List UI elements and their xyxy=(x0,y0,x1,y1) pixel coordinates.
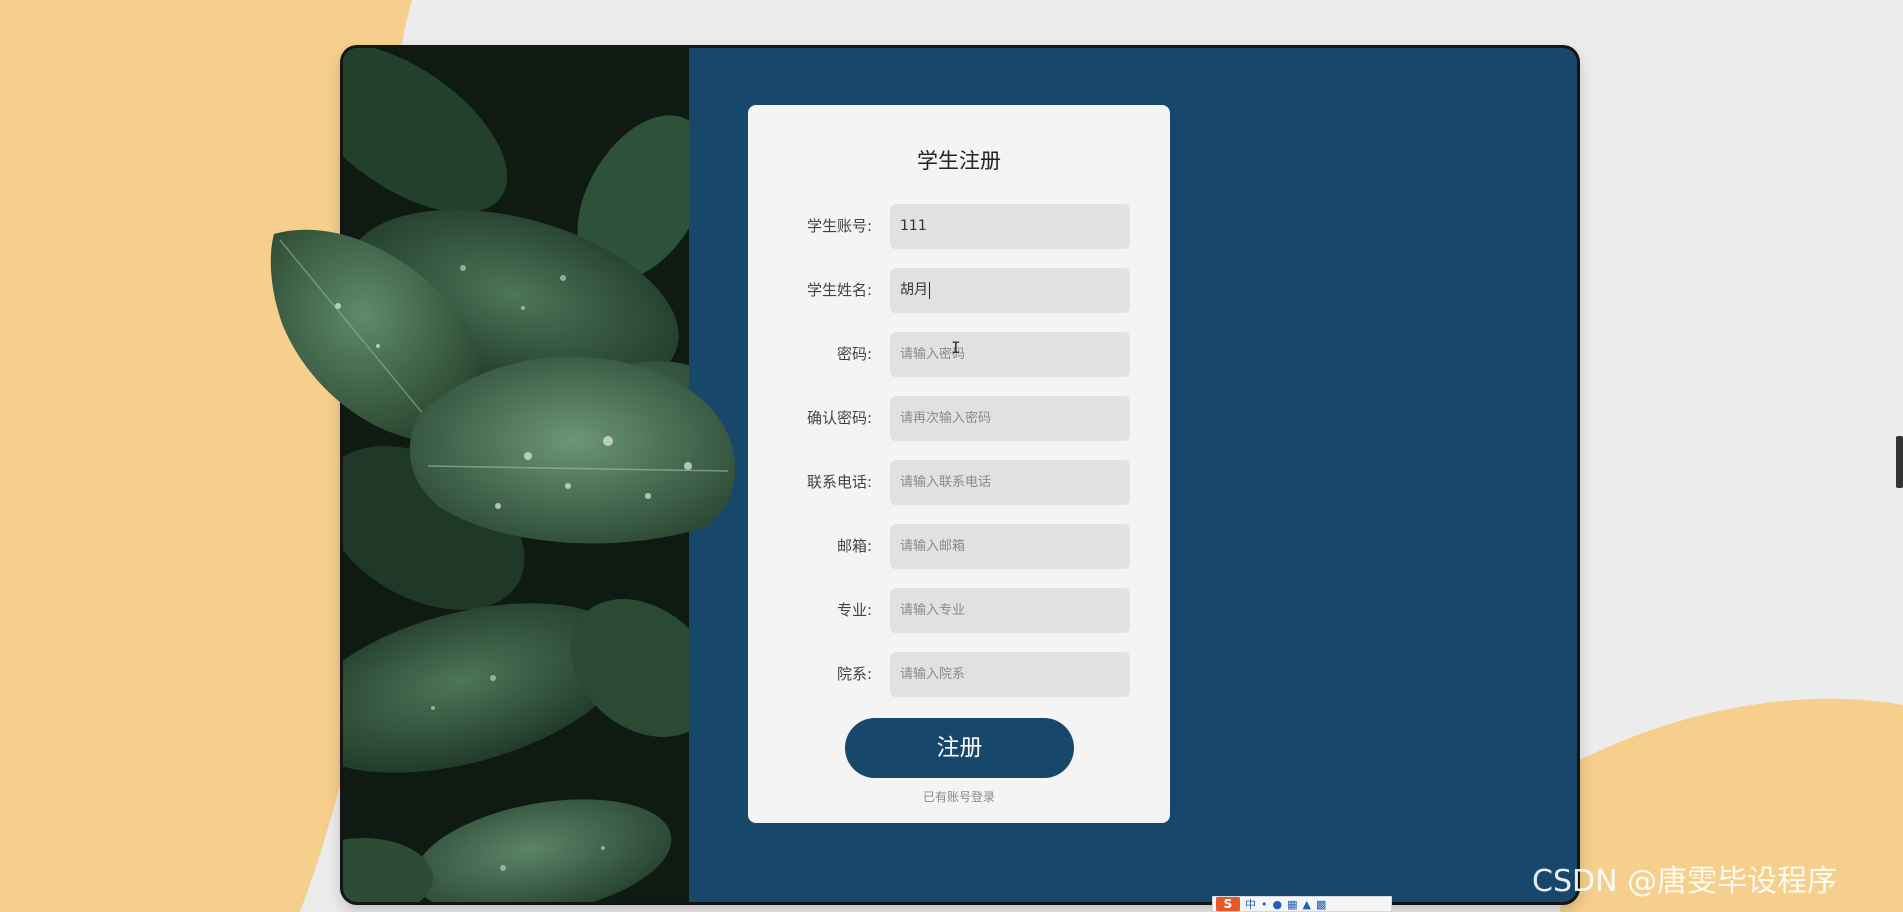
register-form-card: 学生注册 学生账号: 111 学生姓名: 胡月 密码: 请输入密码 确认密码: … xyxy=(748,105,1170,823)
form-title: 学生注册 xyxy=(917,149,1001,173)
name-input-value: 胡月 xyxy=(900,282,928,298)
email-input[interactable]: 请输入邮箱 xyxy=(890,524,1130,569)
phone-label: 联系电话: xyxy=(806,473,872,491)
password-label: 密码: xyxy=(836,345,872,363)
name-row: 学生姓名: 胡月 xyxy=(748,268,1170,313)
skin-icon[interactable]: ▲ xyxy=(1303,898,1311,911)
ime-logo-icon[interactable]: S xyxy=(1216,897,1240,911)
scroll-handle[interactable] xyxy=(1896,436,1903,488)
phone-input[interactable]: 请输入联系电话 xyxy=(890,460,1130,505)
major-row: 专业: 请输入专业 xyxy=(748,588,1170,633)
phone-row: 联系电话: 请输入联系电话 xyxy=(748,460,1170,505)
ime-mode[interactable]: 中 xyxy=(1245,897,1256,911)
grid-icon[interactable]: ▩ xyxy=(1316,898,1326,911)
microphone-icon[interactable]: ● xyxy=(1273,898,1283,911)
confirm-password-input[interactable]: 请再次输入密码 xyxy=(890,396,1130,441)
confirm-password-label: 确认密码: xyxy=(806,409,872,427)
account-row: 学生账号: 111 xyxy=(748,204,1170,249)
email-label: 邮箱: xyxy=(836,537,872,555)
text-cursor-icon: I xyxy=(951,338,961,357)
account-label: 学生账号: xyxy=(806,217,872,235)
password-input[interactable]: 请输入密码 xyxy=(890,332,1130,377)
major-input[interactable]: 请输入专业 xyxy=(890,588,1130,633)
major-label: 专业: xyxy=(836,601,872,619)
email-row: 邮箱: 请输入邮箱 xyxy=(748,524,1170,569)
register-button[interactable]: 注册 xyxy=(845,718,1074,778)
name-input[interactable]: 胡月 xyxy=(890,268,1130,313)
department-row: 院系: 请输入院系 xyxy=(748,652,1170,697)
name-label: 学生姓名: xyxy=(806,281,872,299)
text-caret xyxy=(929,281,930,299)
ime-toolbar: S 中 • ● ▦ ▲ ▩ xyxy=(1212,896,1392,912)
confirm-password-row: 确认密码: 请再次输入密码 xyxy=(748,396,1170,441)
account-input[interactable]: 111 xyxy=(890,204,1130,249)
leaf-decoration xyxy=(270,229,736,544)
punctuation-icon[interactable]: • xyxy=(1261,898,1268,911)
keyboard-icon[interactable]: ▦ xyxy=(1287,898,1297,911)
department-label: 院系: xyxy=(836,665,872,683)
department-input[interactable]: 请输入院系 xyxy=(890,652,1130,697)
watermark: CSDN @唐雯毕设程序 xyxy=(1532,864,1838,899)
login-link[interactable]: 已有账号登录 xyxy=(748,788,1170,805)
